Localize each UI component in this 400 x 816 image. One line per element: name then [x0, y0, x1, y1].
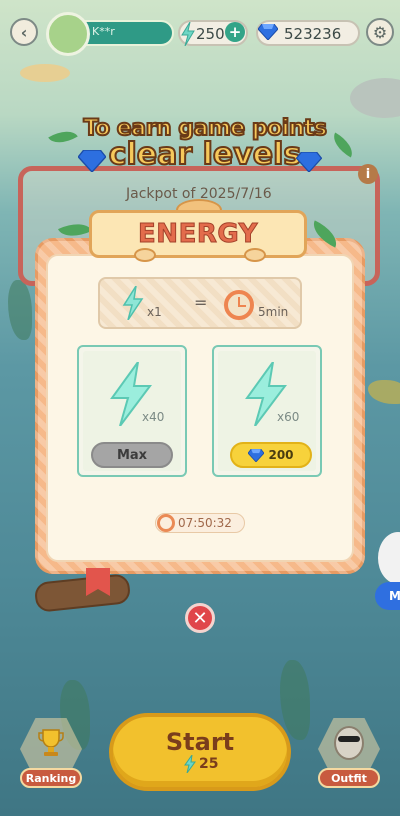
alarm-clock-icon	[224, 290, 254, 320]
otter-avatar-icon	[334, 726, 364, 760]
rate-energy-qty: x1	[147, 305, 162, 319]
refill-timer-text: 07:50:32	[178, 516, 232, 530]
close-button[interactable]: ✕	[185, 603, 215, 633]
gem-icon	[248, 448, 265, 462]
ranking-button[interactable]: Ranking	[20, 718, 82, 788]
close-icon: ✕	[192, 607, 208, 629]
max-button-label: Max	[116, 447, 148, 463]
buy-price: 200	[268, 448, 294, 462]
start-energy-cost: 25	[199, 756, 219, 772]
option-qty: x40	[142, 410, 165, 424]
energy-bolt-icon	[122, 286, 144, 320]
start-label: Start	[165, 728, 235, 756]
modal-title: ENERGY	[138, 219, 258, 250]
max-button[interactable]: Max	[91, 442, 173, 468]
buy-with-gems-button[interactable]: 200	[230, 442, 312, 468]
outfit-label: Outfit	[318, 768, 380, 788]
paw-decoration	[244, 248, 266, 262]
timer-icon	[157, 514, 175, 532]
modal-header: ENERGY	[89, 210, 307, 258]
sunglasses-icon	[338, 736, 360, 742]
energy-bolt-icon	[184, 755, 196, 773]
rate-equals: =	[194, 293, 208, 312]
rate-time: 5min	[258, 305, 289, 319]
paw-decoration	[134, 248, 156, 262]
outfit-button[interactable]: Outfit	[318, 718, 380, 788]
ranking-label: Ranking	[20, 768, 82, 788]
option-qty: x60	[277, 410, 300, 424]
trophy-icon	[38, 729, 64, 756]
